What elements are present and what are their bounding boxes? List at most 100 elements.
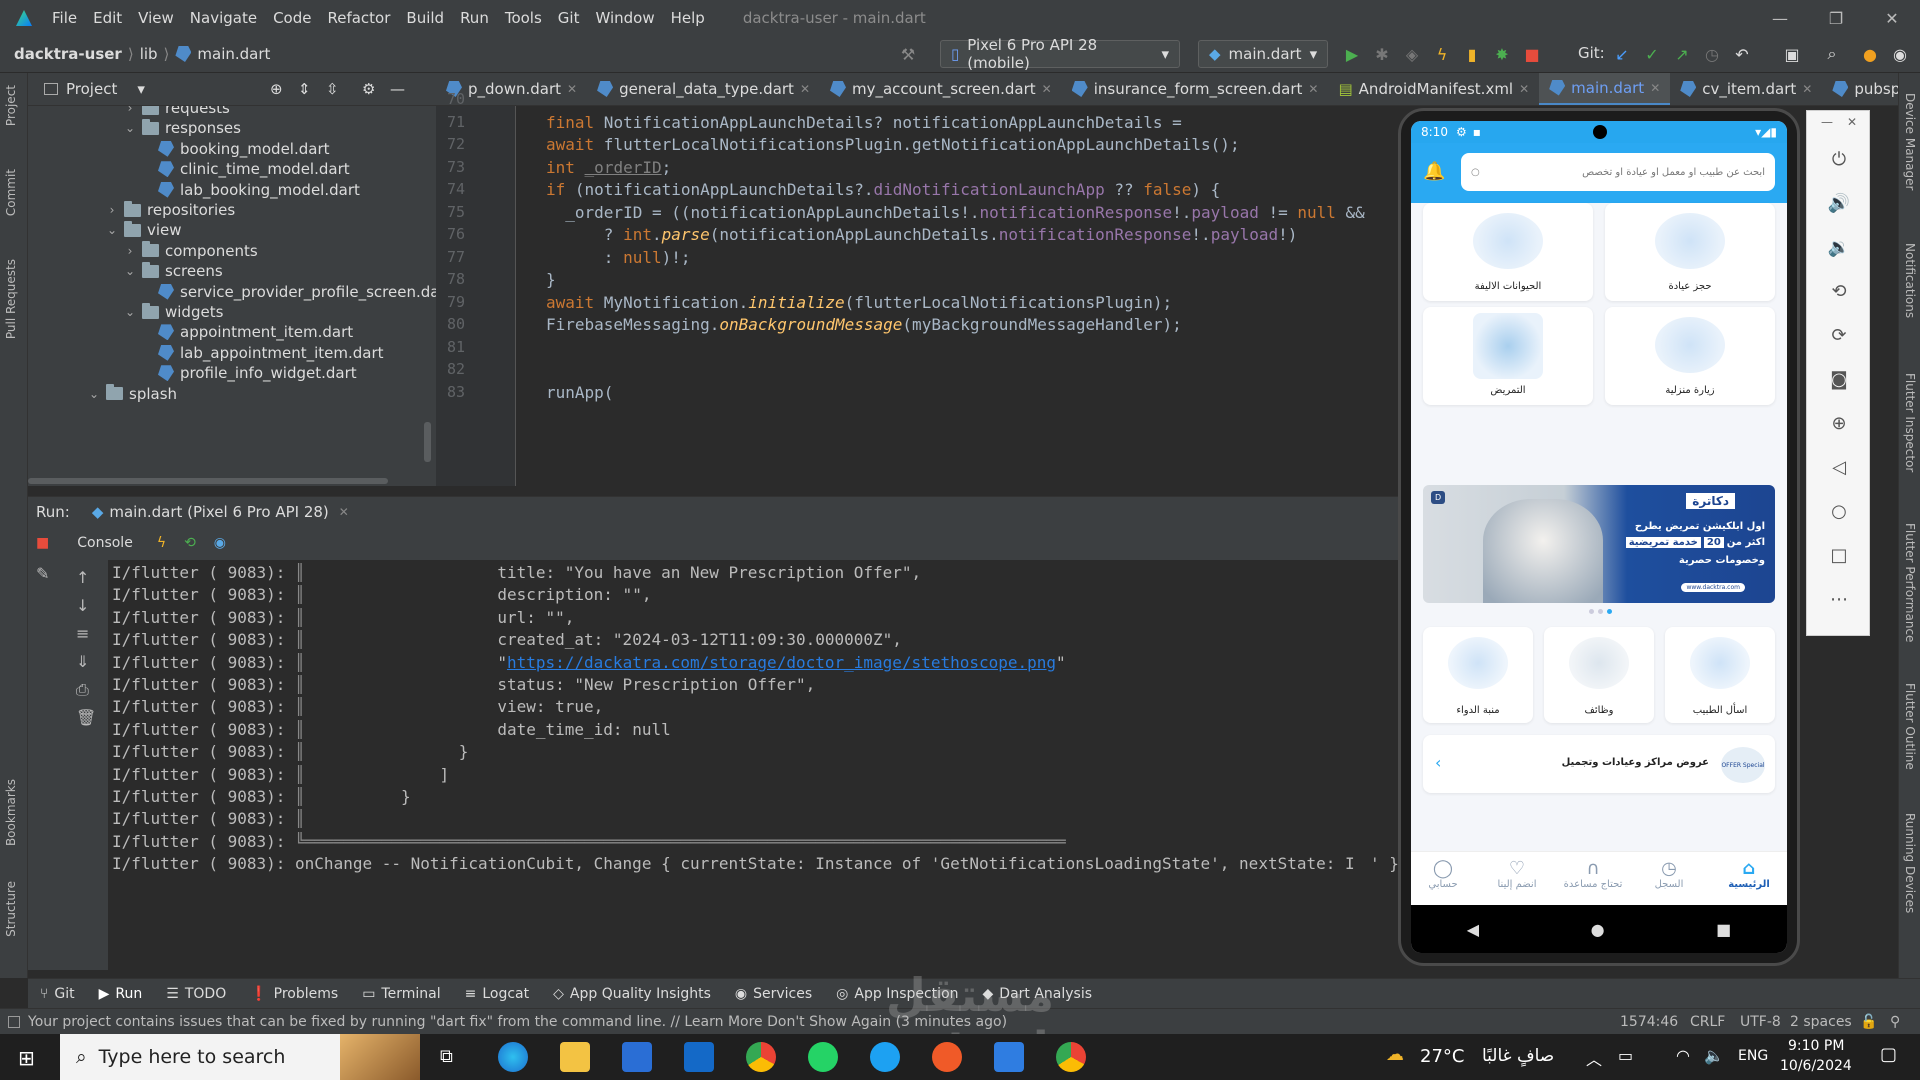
chevron-down-icon[interactable]: ⌄ bbox=[124, 264, 136, 278]
app-icon[interactable] bbox=[870, 1042, 900, 1072]
strip-device-manager[interactable]: Device Manager bbox=[1903, 93, 1917, 190]
nav-history[interactable]: ◷ السجل bbox=[1639, 858, 1699, 890]
nav-my-account[interactable]: ◯ حسابي bbox=[1413, 858, 1473, 890]
menu-tools[interactable]: Tools bbox=[497, 9, 550, 27]
breadcrumb-project[interactable]: dacktra-user bbox=[14, 45, 122, 63]
up-arrow-icon[interactable]: ↑ bbox=[76, 568, 89, 587]
strip-structure[interactable]: Structure bbox=[4, 881, 18, 937]
postman-icon[interactable] bbox=[932, 1042, 962, 1072]
lock-icon[interactable]: 🔓 bbox=[1860, 1014, 1877, 1030]
tool-window-todo[interactable]: ☰ TODO bbox=[166, 986, 226, 1002]
close-icon[interactable]: ✕ bbox=[1802, 82, 1812, 96]
promo-banner[interactable]: D دكاترة اول ابلكيشن تمريض يطرح اكثر من … bbox=[1423, 485, 1775, 603]
tree-vertical-scrollbar[interactable] bbox=[424, 422, 431, 462]
chevron-up-icon[interactable]: ︿ bbox=[1586, 1046, 1602, 1070]
edge-icon[interactable] bbox=[498, 1042, 528, 1072]
project-view-label[interactable]: Project bbox=[66, 80, 117, 98]
tree-horizontal-scrollbar[interactable] bbox=[28, 478, 388, 484]
code-line[interactable]: final NotificationAppLaunchDetails? noti… bbox=[546, 113, 1182, 132]
tool-window-git[interactable]: ⑂ Git bbox=[40, 986, 75, 1002]
service-card-clinic[interactable]: حجز عيادة bbox=[1605, 203, 1775, 301]
chevron-down-icon[interactable]: ▾ bbox=[137, 80, 145, 98]
notification-center-icon[interactable]: ▢ bbox=[1880, 1044, 1897, 1065]
cursor-position[interactable]: 1574:46 bbox=[1620, 1014, 1678, 1030]
print-icon[interactable]: ⎙ bbox=[76, 680, 89, 700]
console-link[interactable]: https://dackatra.com/storage/doctor_imag… bbox=[507, 653, 1056, 672]
restore-icon[interactable]: ❐ bbox=[1808, 0, 1864, 36]
down-arrow-icon[interactable]: ↓ bbox=[76, 596, 89, 615]
breadcrumb-file[interactable]: main.dart bbox=[197, 45, 270, 63]
service-card-nursing[interactable]: التمريض bbox=[1423, 307, 1593, 405]
code-line[interactable]: runApp( bbox=[546, 383, 613, 402]
update-icon[interactable]: ● bbox=[1860, 44, 1880, 64]
tool-window-app-inspection[interactable]: ◎ App Inspection bbox=[836, 986, 958, 1002]
git-push-icon[interactable]: ↗ bbox=[1672, 44, 1692, 64]
close-icon[interactable]: ✕ bbox=[1519, 82, 1529, 96]
close-icon[interactable]: ✕ bbox=[800, 82, 810, 96]
menu-build[interactable]: Build bbox=[398, 9, 452, 27]
pin-icon[interactable]: ✎ bbox=[36, 564, 49, 583]
rotate-left-icon[interactable]: ⟲ bbox=[1827, 279, 1851, 303]
strip-pull-requests[interactable]: Pull Requests bbox=[4, 259, 18, 339]
bell-icon[interactable]: 🔔 bbox=[1423, 161, 1445, 182]
chevron-down-icon[interactable]: ⌄ bbox=[106, 223, 118, 237]
chrome-icon[interactable] bbox=[746, 1042, 776, 1072]
close-window-icon[interactable]: ✕ bbox=[1864, 0, 1920, 36]
code-editor[interactable]: 70 71 72 73 74 75 76 77 78 79 80 81 82 83 final Notif… bbox=[436, 90, 1416, 486]
code-line[interactable]: await MyNotification.initialize(flutterL… bbox=[546, 293, 1172, 312]
menu-navigate[interactable]: Navigate bbox=[182, 9, 265, 27]
account-icon[interactable]: ◉ bbox=[1890, 44, 1910, 64]
strip-running-devices[interactable]: Running Devices bbox=[1903, 813, 1917, 913]
code-line[interactable]: await flutterLocalNotificationsPlugin.ge… bbox=[546, 135, 1240, 154]
windows-start-icon[interactable]: ⊞ bbox=[18, 1046, 35, 1070]
strip-bookmarks[interactable]: Bookmarks bbox=[4, 779, 18, 846]
rotate-right-icon[interactable]: ⟳ bbox=[1827, 323, 1851, 347]
clock-time[interactable]: 9:10 PM bbox=[1788, 1038, 1844, 1054]
nav-need-help[interactable]: ∩ تحتاج مساعدة bbox=[1563, 858, 1623, 890]
editor-tab[interactable]: general_data_type.dart ✕ bbox=[587, 73, 820, 105]
debug-icon[interactable]: ✱ bbox=[1372, 44, 1392, 64]
volume-down-icon[interactable]: 🔉 bbox=[1827, 235, 1851, 259]
hide-icon[interactable]: — bbox=[390, 80, 405, 98]
service-card-ask-doctor[interactable]: اسأل الطبيب bbox=[1665, 627, 1775, 723]
back-icon[interactable]: ◁ bbox=[1827, 455, 1851, 479]
hammer-icon[interactable]: ⚒ bbox=[898, 44, 918, 64]
home-circle-icon[interactable]: ○ bbox=[1827, 499, 1851, 523]
clock-date[interactable]: 10/6/2024 bbox=[1780, 1058, 1852, 1074]
minimize-icon[interactable]: — bbox=[1821, 115, 1833, 129]
editor-tab[interactable]: main.dart ✕ bbox=[1539, 73, 1671, 105]
tool-window-run[interactable]: ▶ Run bbox=[99, 986, 143, 1002]
coverage-icon[interactable]: ◈ bbox=[1402, 44, 1422, 64]
git-update-icon[interactable]: ↙ bbox=[1612, 44, 1632, 64]
console-line[interactable]: I/flutter ( 9083): onChange -- Notificat… bbox=[112, 851, 1355, 877]
weather-temp[interactable]: 27°C bbox=[1420, 1046, 1464, 1067]
menu-window[interactable]: Window bbox=[587, 9, 662, 27]
strip-flutter-inspector[interactable]: Flutter Inspector bbox=[1903, 373, 1917, 472]
soft-wrap-icon[interactable]: ≡ bbox=[76, 624, 89, 643]
store-icon[interactable] bbox=[622, 1042, 652, 1072]
taskbar-search[interactable]: ⌕ Type here to search bbox=[60, 1034, 420, 1080]
strip-commit[interactable]: Commit bbox=[4, 169, 18, 216]
strip-flutter-outline[interactable]: Flutter Outline bbox=[1903, 683, 1917, 770]
git-history-icon[interactable]: ◷ bbox=[1702, 44, 1722, 64]
hot-reload-icon[interactable]: ϟ bbox=[157, 535, 166, 551]
android-studio-icon[interactable] bbox=[994, 1042, 1024, 1072]
tool-window-dart-analysis[interactable]: ◆ Dart Analysis bbox=[983, 986, 1093, 1002]
console-output[interactable]: I/flutter ( 9083): ║ title: "You have an… bbox=[108, 560, 1418, 970]
code-line[interactable]: if (notificationAppLaunchDetails?.didNot… bbox=[546, 180, 1220, 199]
zoom-icon[interactable]: ⊕ bbox=[1827, 411, 1851, 435]
chevron-down-icon[interactable]: ⌄ bbox=[124, 121, 136, 135]
service-card-home-visit[interactable]: زيارة منزلية bbox=[1605, 307, 1775, 405]
rollback-icon[interactable]: ↶ bbox=[1732, 44, 1752, 64]
menu-edit[interactable]: Edit bbox=[85, 9, 130, 27]
menu-file[interactable]: File bbox=[44, 9, 85, 27]
menu-git[interactable]: Git bbox=[550, 9, 588, 27]
status-message[interactable]: Your project contains issues that can be… bbox=[28, 1014, 1007, 1030]
code-line[interactable]: int _orderID; bbox=[546, 158, 671, 177]
search-icon[interactable]: ⌕ bbox=[1822, 44, 1842, 64]
tool-window-problems[interactable]: ❗ Problems bbox=[250, 986, 338, 1002]
editor-tab[interactable]: my_account_screen.dart ✕ bbox=[820, 73, 1062, 105]
more-icon[interactable]: ⋯ bbox=[1827, 587, 1851, 611]
tree-folder[interactable]: ⌄ splash bbox=[88, 382, 177, 406]
service-card-pets[interactable]: الحيوانات الاليفة bbox=[1423, 203, 1593, 301]
